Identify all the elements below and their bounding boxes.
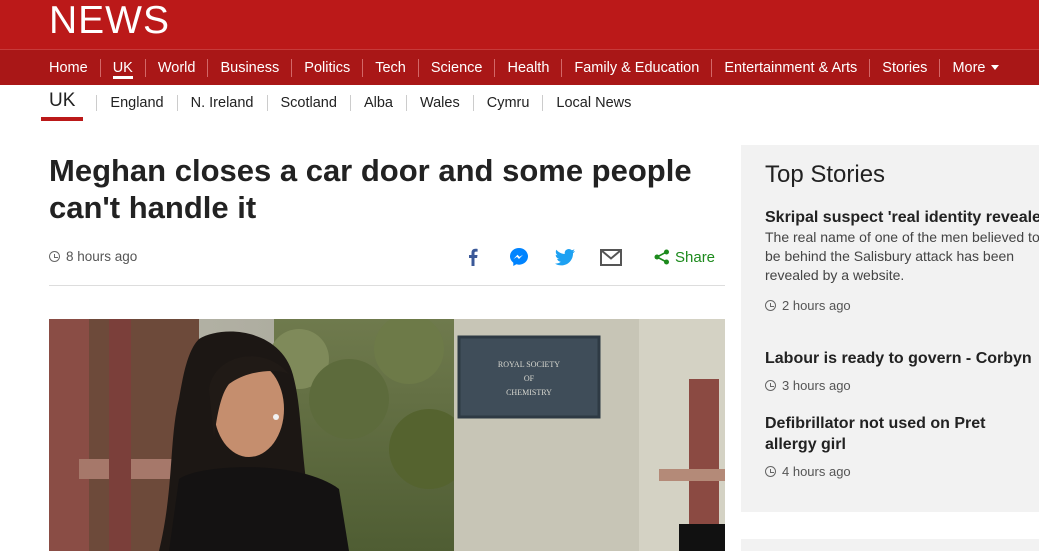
share-label: Share [675,248,716,266]
hero-image[interactable]: ROYAL SOCIETY OF CHEMISTRY [49,319,725,551]
clock-icon [49,251,60,262]
email-icon[interactable] [598,244,624,270]
nav-item-tech[interactable]: Tech [350,50,406,86]
nav-item-more[interactable]: More [927,50,1000,86]
subnav-current-uk[interactable]: UK [41,85,84,121]
sidebar-next-panel [741,539,1039,551]
article-time-text: 8 hours ago [66,249,138,264]
nav-item-home[interactable]: Home [49,50,88,86]
messenger-icon[interactable] [506,244,532,270]
story-title[interactable]: Defibrillator not used on Pret allergy g… [765,413,1025,455]
share-button[interactable]: Share [654,249,715,266]
svg-text:CHEMISTRY: CHEMISTRY [506,388,552,397]
subnav-item-n-ireland[interactable]: N. Ireland [164,85,254,121]
nav-item-stories[interactable]: Stories [857,50,927,86]
masthead: NEWS Home UK World Business Politics Tec… [0,0,1039,85]
share-bar: Share [460,244,715,270]
subnav-item-cymru[interactable]: Cymru [460,85,530,121]
article-headline: Meghan closes a car door and some people… [49,153,692,225]
top-stories-panel: Top Stories Skripal suspect 'real identi… [741,145,1039,512]
clock-icon [765,380,776,391]
story-title[interactable]: Skripal suspect 'real identity revealed' [765,207,1039,228]
article-timestamp: 8 hours ago [49,249,137,264]
share-icon [654,249,669,265]
subnav-item-alba[interactable]: Alba [337,85,393,121]
nav-item-health[interactable]: Health [482,50,549,86]
news-logo[interactable]: NEWS [49,0,170,42]
sub-nav: UK England N. Ireland Scotland Alba Wale… [41,85,631,121]
svg-text:OF: OF [524,374,535,383]
story-time: 4 hours ago [765,464,1039,479]
hero-sign-text: ROYAL SOCIETY [498,360,560,369]
story-item[interactable]: Labour is ready to govern - Corbyn 3 hou… [765,348,1039,393]
chevron-down-icon [991,65,1000,70]
twitter-icon[interactable] [552,244,578,270]
nav-item-family-education[interactable]: Family & Education [549,50,699,86]
clock-icon [765,300,776,311]
clock-icon [765,466,776,477]
nav-item-politics[interactable]: Politics [279,50,350,86]
nav-item-business[interactable]: Business [195,50,279,86]
story-title[interactable]: Labour is ready to govern - Corbyn [765,348,1039,369]
story-time: 2 hours ago [765,298,1039,313]
story-item[interactable]: Defibrillator not used on Pret allergy g… [765,413,1039,479]
nav-item-uk[interactable]: UK [88,50,133,86]
divider [49,285,725,286]
subnav-item-scotland[interactable]: Scotland [254,85,337,121]
story-item[interactable]: Skripal suspect 'real identity revealed'… [765,207,1039,313]
story-summary: The real name of one of the men believed… [765,229,1039,283]
main-nav: Home UK World Business Politics Tech Sci… [0,49,1039,85]
subnav-item-local-news[interactable]: Local News [529,85,631,121]
subnav-item-england[interactable]: England [83,85,163,121]
nav-item-entertainment-arts[interactable]: Entertainment & Arts [699,50,857,86]
subnav-item-wales[interactable]: Wales [393,85,460,121]
facebook-icon[interactable] [460,244,486,270]
top-stories-title: Top Stories [765,161,886,188]
nav-item-science[interactable]: Science [406,50,483,86]
nav-item-world[interactable]: World [133,50,196,86]
story-time: 3 hours ago [765,378,1039,393]
